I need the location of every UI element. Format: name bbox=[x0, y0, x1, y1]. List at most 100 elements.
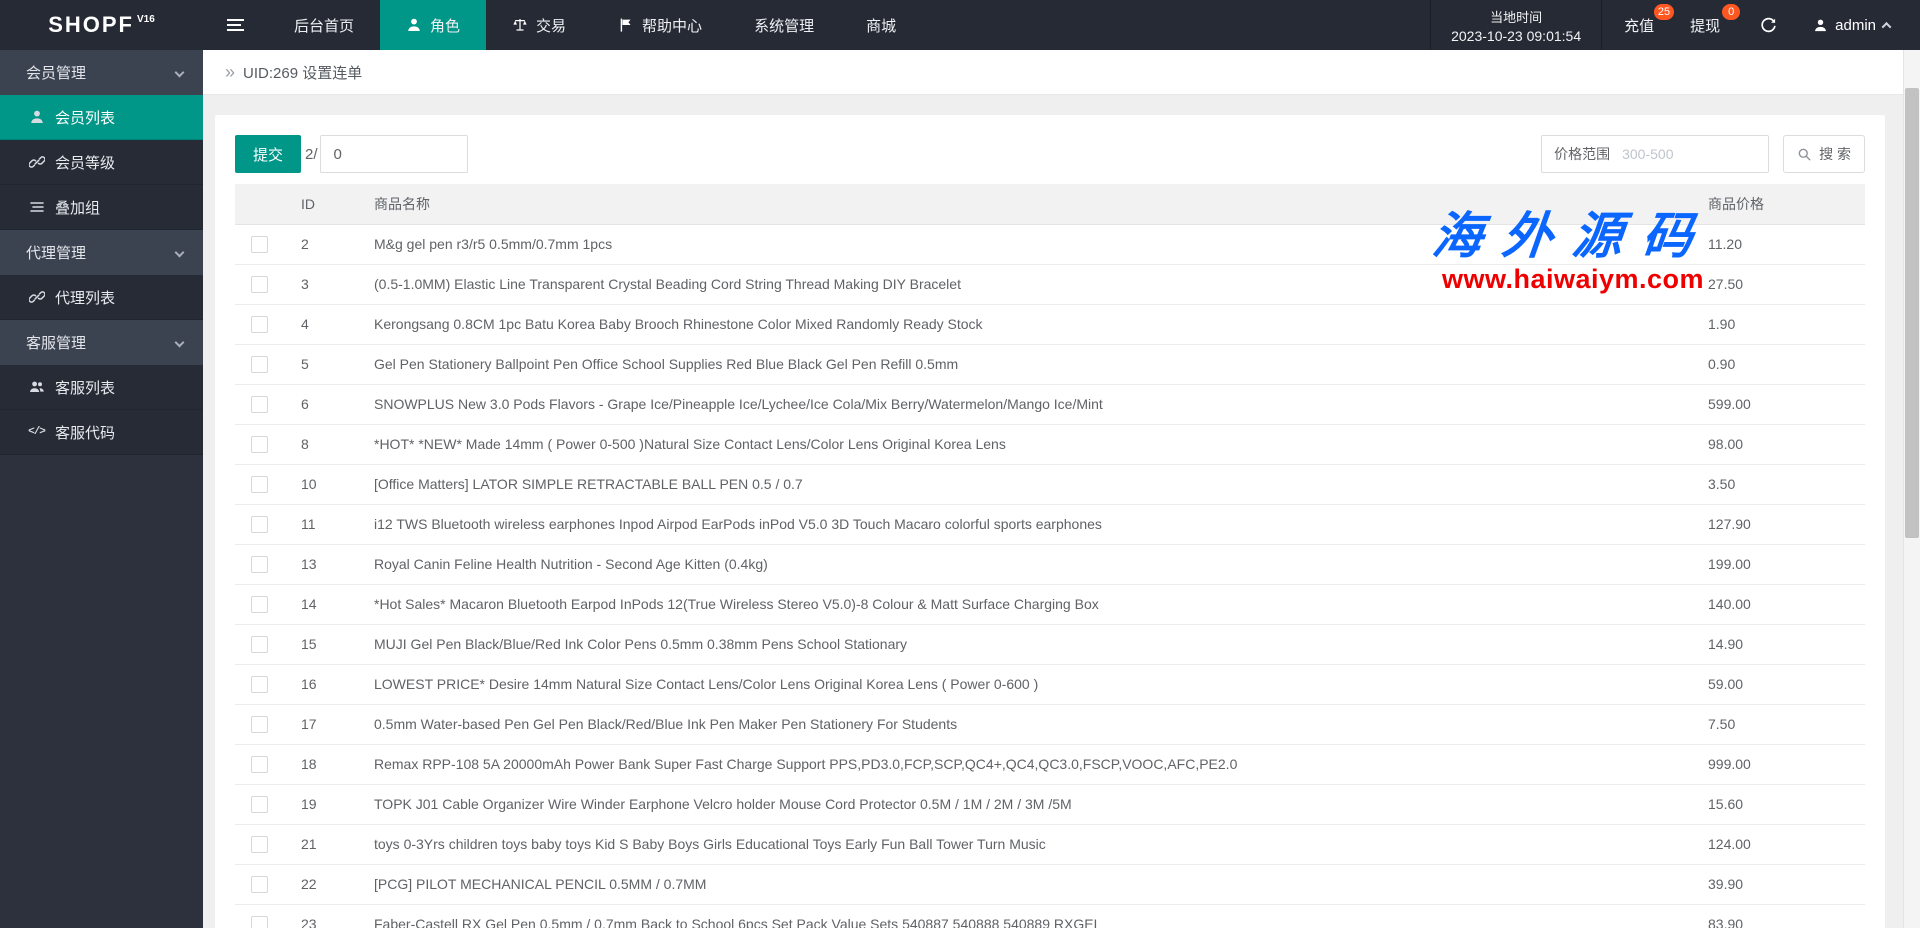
sidebar: 会员管理 会员列表 会员等级 叠加组 代理管理 代理列表 客服管理 客服列表 <… bbox=[0, 50, 203, 928]
withdraw-label: 提现 bbox=[1690, 17, 1721, 35]
flag-icon bbox=[620, 18, 631, 32]
row-id: 5 bbox=[285, 344, 357, 385]
row-name: [PCG] PILOT MECHANICAL PENCIL 0.5MM / 0.… bbox=[357, 864, 1708, 905]
row-price: 0.90 bbox=[1708, 344, 1865, 385]
row-name: i12 TWS Bluetooth wireless earphones Inp… bbox=[357, 504, 1708, 545]
row-checkbox[interactable] bbox=[251, 595, 268, 613]
user-icon bbox=[28, 109, 45, 126]
table-row: 14 *Hot Sales* Macaron Bluetooth Earpod … bbox=[235, 584, 1865, 625]
row-checkbox[interactable] bbox=[251, 915, 268, 928]
top-nav: 后台首页 角色 交易 帮助中心 系统管理 商城 bbox=[268, 0, 922, 50]
sidebar-item-label: 会员等级 bbox=[55, 154, 116, 172]
nav-item-trade[interactable]: 交易 bbox=[486, 0, 592, 50]
row-name: M&g gel pen r3/r5 0.5mm/0.7mm 1pcs bbox=[357, 224, 1708, 265]
row-id: 18 bbox=[285, 744, 357, 785]
row-checkbox[interactable] bbox=[251, 875, 268, 893]
row-id: 13 bbox=[285, 544, 357, 585]
row-name: SNOWPLUS New 3.0 Pods Flavors - Grape Ic… bbox=[357, 384, 1708, 425]
refresh-button[interactable] bbox=[1744, 0, 1793, 50]
sidebar-toggle-button[interactable] bbox=[203, 0, 268, 50]
search-button[interactable]: 搜 索 bbox=[1783, 135, 1865, 173]
scales-icon bbox=[513, 19, 527, 31]
row-checkbox[interactable] bbox=[251, 715, 268, 733]
row-checkbox[interactable] bbox=[251, 275, 268, 293]
row-checkbox[interactable] bbox=[251, 515, 268, 533]
scrollbar-thumb[interactable] bbox=[1905, 88, 1919, 538]
submit-button[interactable]: 提交 bbox=[235, 135, 301, 173]
row-checkbox[interactable] bbox=[251, 835, 268, 853]
row-name: Kerongsang 0.8CM 1pc Batu Korea Baby Bro… bbox=[357, 304, 1708, 345]
sidebar-item-member-list[interactable]: 会员列表 bbox=[0, 95, 203, 140]
chevron-down-icon bbox=[174, 67, 185, 78]
withdraw-link[interactable]: 提现 0 bbox=[1676, 0, 1741, 50]
row-name: Gel Pen Stationery Ballpoint Pen Office … bbox=[357, 344, 1708, 385]
row-checkbox[interactable] bbox=[251, 355, 268, 373]
count-prefix-label: 2/ bbox=[305, 145, 318, 163]
sidebar-item-stack-group[interactable]: 叠加组 bbox=[0, 185, 203, 230]
row-name: [Office Matters] LATOR SIMPLE RETRACTABL… bbox=[357, 464, 1708, 505]
row-checkbox[interactable] bbox=[251, 755, 268, 773]
sidebar-item-service-list[interactable]: 客服列表 bbox=[0, 365, 203, 410]
recharge-label: 充值 bbox=[1624, 17, 1655, 35]
chevron-up-icon bbox=[1881, 21, 1892, 32]
recharge-link[interactable]: 充值 25 bbox=[1610, 0, 1675, 50]
nav-item-roles[interactable]: 角色 bbox=[380, 0, 487, 50]
row-name: (0.5-1.0MM) Elastic Line Transparent Cry… bbox=[357, 264, 1708, 305]
topbar: SHOPF V16 后台首页 角色 交易 帮助中心 系统管理 商城 当地时间 2… bbox=[0, 0, 1920, 50]
row-price: 98.00 bbox=[1708, 424, 1865, 465]
withdraw-badge: 0 bbox=[1722, 4, 1741, 20]
product-table-body: 2 M&g gel pen r3/r5 0.5mm/0.7mm 1pcs 11.… bbox=[235, 224, 1865, 928]
row-price: 199.00 bbox=[1708, 544, 1865, 585]
table-row: 11 i12 TWS Bluetooth wireless earphones … bbox=[235, 504, 1865, 545]
user-menu[interactable]: admin bbox=[1799, 0, 1904, 50]
table-row: 5 Gel Pen Stationery Ballpoint Pen Offic… bbox=[235, 344, 1865, 385]
table-row: 6 SNOWPLUS New 3.0 Pods Flavors - Grape … bbox=[235, 384, 1865, 425]
nav-item-system[interactable]: 系统管理 bbox=[728, 0, 840, 50]
sidebar-group-service-management[interactable]: 客服管理 bbox=[0, 320, 203, 365]
local-time: 当地时间 2023-10-23 09:01:54 bbox=[1430, 0, 1603, 50]
row-checkbox[interactable] bbox=[251, 635, 268, 653]
row-id: 6 bbox=[285, 384, 357, 425]
row-checkbox[interactable] bbox=[251, 235, 268, 253]
sidebar-group-agent-management[interactable]: 代理管理 bbox=[0, 230, 203, 275]
sidebar-item-label: 叠加组 bbox=[55, 199, 101, 217]
sidebar-item-service-code[interactable]: </> 客服代码 bbox=[0, 410, 203, 455]
row-id: 8 bbox=[285, 424, 357, 465]
nav-item-mall[interactable]: 商城 bbox=[840, 0, 922, 50]
row-price: 127.90 bbox=[1708, 504, 1865, 545]
header-name: 商品名称 bbox=[357, 184, 1708, 225]
nav-item-dashboard[interactable]: 后台首页 bbox=[268, 0, 380, 50]
row-checkbox[interactable] bbox=[251, 395, 268, 413]
row-id: 3 bbox=[285, 264, 357, 305]
nav-item-help-center[interactable]: 帮助中心 bbox=[592, 0, 728, 50]
row-checkbox[interactable] bbox=[251, 475, 268, 493]
row-checkbox[interactable] bbox=[251, 435, 268, 453]
table-row: 16 LOWEST PRICE* Desire 14mm Natural Siz… bbox=[235, 664, 1865, 705]
sidebar-group-member-management[interactable]: 会员管理 bbox=[0, 50, 203, 95]
row-id: 14 bbox=[285, 584, 357, 625]
price-range-label: 价格范围 bbox=[1554, 146, 1611, 162]
price-range-input[interactable] bbox=[1622, 136, 1769, 172]
row-name: Remax RPP-108 5A 20000mAh Power Bank Sup… bbox=[357, 744, 1708, 785]
row-price: 599.00 bbox=[1708, 384, 1865, 425]
table-row: 15 MUJI Gel Pen Black/Blue/Red Ink Color… bbox=[235, 624, 1865, 665]
count-input[interactable] bbox=[319, 135, 468, 173]
refresh-icon bbox=[1761, 17, 1776, 32]
row-price: 1.90 bbox=[1708, 304, 1865, 345]
user-icon bbox=[408, 18, 420, 31]
recharge-badge: 25 bbox=[1653, 4, 1675, 20]
row-id: 23 bbox=[285, 904, 357, 928]
row-checkbox[interactable] bbox=[251, 675, 268, 693]
sidebar-item-member-level[interactable]: 会员等级 bbox=[0, 140, 203, 185]
row-checkbox[interactable] bbox=[251, 315, 268, 333]
row-checkbox[interactable] bbox=[251, 555, 268, 573]
table-row: 4 Kerongsang 0.8CM 1pc Batu Korea Baby B… bbox=[235, 304, 1865, 345]
sidebar-item-agent-list[interactable]: 代理列表 bbox=[0, 275, 203, 320]
row-name: Faber-Castell RX Gel Pen 0.5mm / 0.7mm B… bbox=[357, 904, 1708, 928]
nav-label: 交易 bbox=[536, 17, 567, 35]
row-name: LOWEST PRICE* Desire 14mm Natural Size C… bbox=[357, 664, 1708, 705]
row-checkbox[interactable] bbox=[251, 795, 268, 813]
list-icon bbox=[28, 199, 45, 216]
nav-label: 后台首页 bbox=[294, 17, 355, 35]
nav-label: 角色 bbox=[430, 17, 461, 35]
